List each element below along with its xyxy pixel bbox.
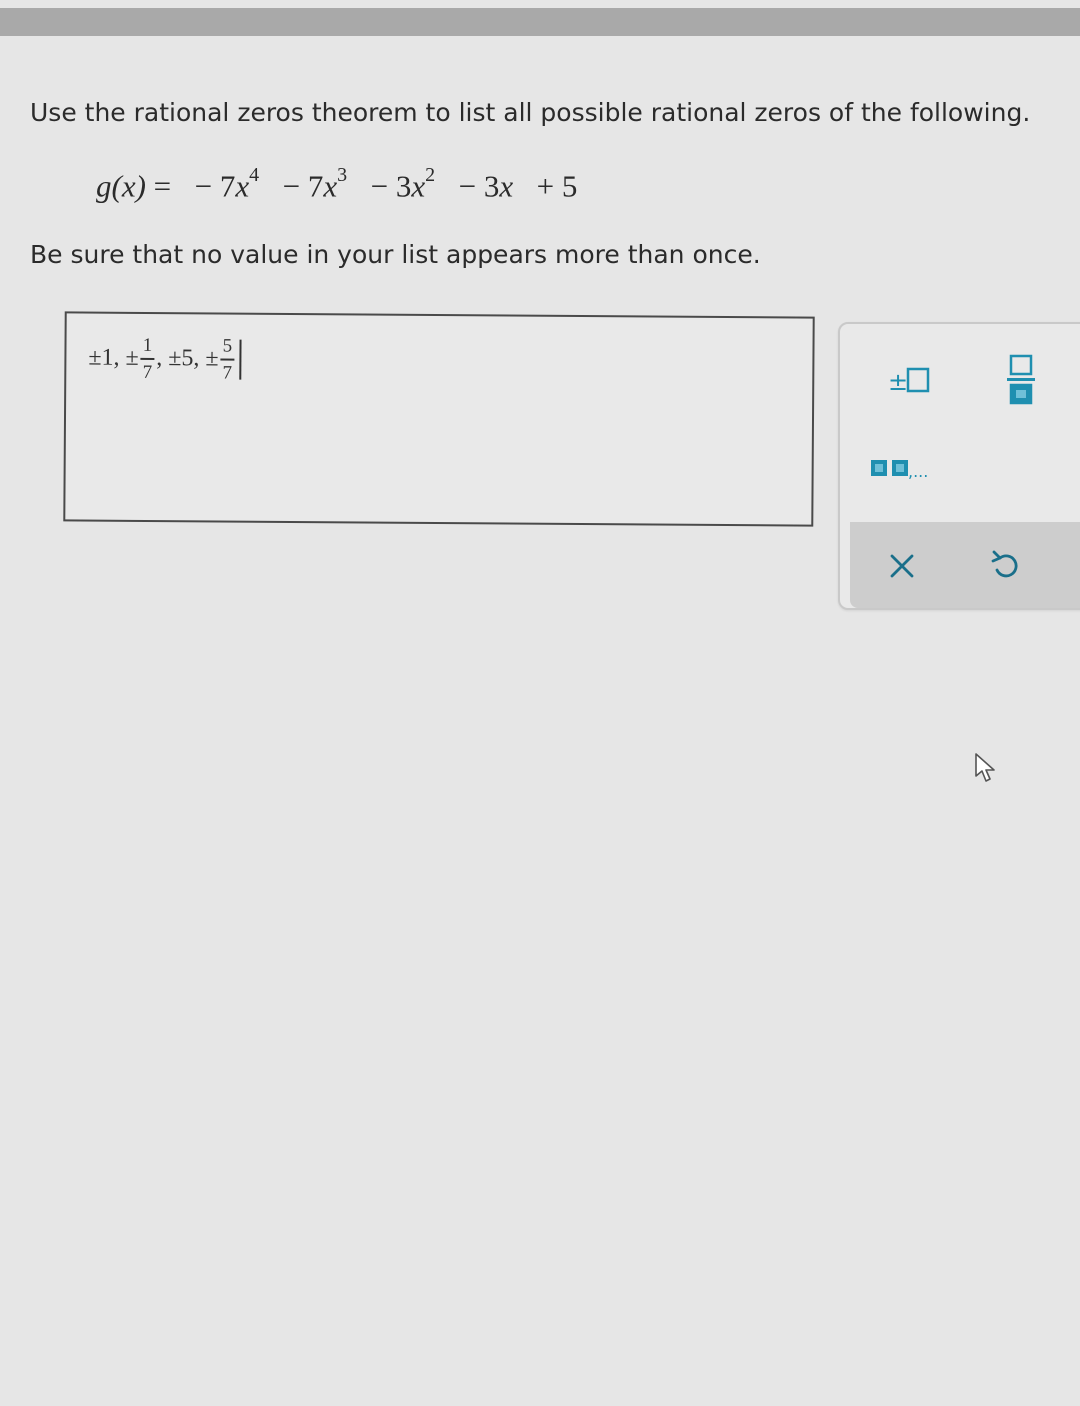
- term-coef: 3: [483, 168, 500, 204]
- fraction-numerator: 5: [222, 335, 233, 357]
- plus-minus-glyph: ±: [888, 368, 908, 396]
- list-button[interactable]: ,...: [866, 450, 946, 486]
- close-icon: [890, 554, 914, 578]
- list-ellipsis: ,...: [908, 462, 928, 481]
- fraction-template-icon: [1007, 354, 1035, 405]
- fraction-button[interactable]: [996, 350, 1046, 410]
- answer-term-prefix: ±: [125, 345, 139, 372]
- plus-minus-button[interactable]: ±: [880, 360, 940, 400]
- clear-button[interactable]: [878, 542, 926, 590]
- answer-term-prefix: ±: [205, 345, 219, 372]
- plus-minus-box-icon: ±: [888, 367, 930, 396]
- term-exp: 4: [249, 164, 260, 186]
- text-cursor: [238, 339, 242, 380]
- term-sign: −: [458, 168, 477, 204]
- fraction: 5 7: [220, 335, 235, 384]
- top-bar: [0, 8, 1080, 36]
- answer-term: ± 5 7: [205, 335, 236, 384]
- answer-expression: ±1, ± 1 7 , ±5, ± 5 7: [88, 334, 242, 384]
- term-coef: 3: [395, 168, 412, 204]
- question-instruction: Use the rational zeros theorem to list a…: [30, 98, 1031, 127]
- term-sign: −: [282, 168, 301, 204]
- term-exp: 3: [337, 164, 348, 186]
- undo-button[interactable]: [982, 542, 1030, 590]
- term-coef: 7: [307, 168, 324, 204]
- term-coef: 5: [561, 168, 578, 204]
- term-var: x: [499, 168, 514, 204]
- function-lhs: g(x): [96, 168, 146, 204]
- list-template-icon: ,...: [871, 460, 928, 481]
- fraction-bar: [220, 358, 235, 361]
- fraction-bar: [140, 357, 155, 360]
- mouse-pointer-icon: [975, 753, 995, 782]
- undo-icon: [991, 550, 1018, 578]
- fraction-denominator: 7: [222, 361, 233, 384]
- fraction: 1 7: [140, 334, 155, 383]
- question-note: Be sure that no value in your list appea…: [30, 240, 761, 269]
- fraction-numerator: 1: [142, 334, 153, 356]
- term-exp: 2: [425, 164, 436, 186]
- answer-input[interactable]: ±1, ± 1 7 , ±5, ± 5 7: [63, 311, 815, 527]
- term-sign: +: [536, 168, 555, 204]
- answer-term: ±5,: [168, 345, 200, 372]
- answer-term: ± 1 7 ,: [125, 334, 163, 383]
- answer-term-suffix: ,: [156, 345, 163, 372]
- term-sign: −: [194, 168, 213, 204]
- term-var: x: [411, 168, 426, 204]
- equals-sign: =: [153, 168, 172, 204]
- term-var: x: [235, 168, 250, 204]
- term-var: x: [323, 168, 338, 204]
- math-palette: ± ,...: [838, 322, 1080, 610]
- function-equation: g(x) = − 7x4 − 7x3 − 3x2 − 3x + 5: [96, 164, 578, 204]
- term-coef: 7: [219, 168, 236, 204]
- fraction-denominator: 7: [142, 361, 153, 383]
- term-sign: −: [370, 168, 389, 204]
- answer-term: ±1,: [88, 344, 120, 372]
